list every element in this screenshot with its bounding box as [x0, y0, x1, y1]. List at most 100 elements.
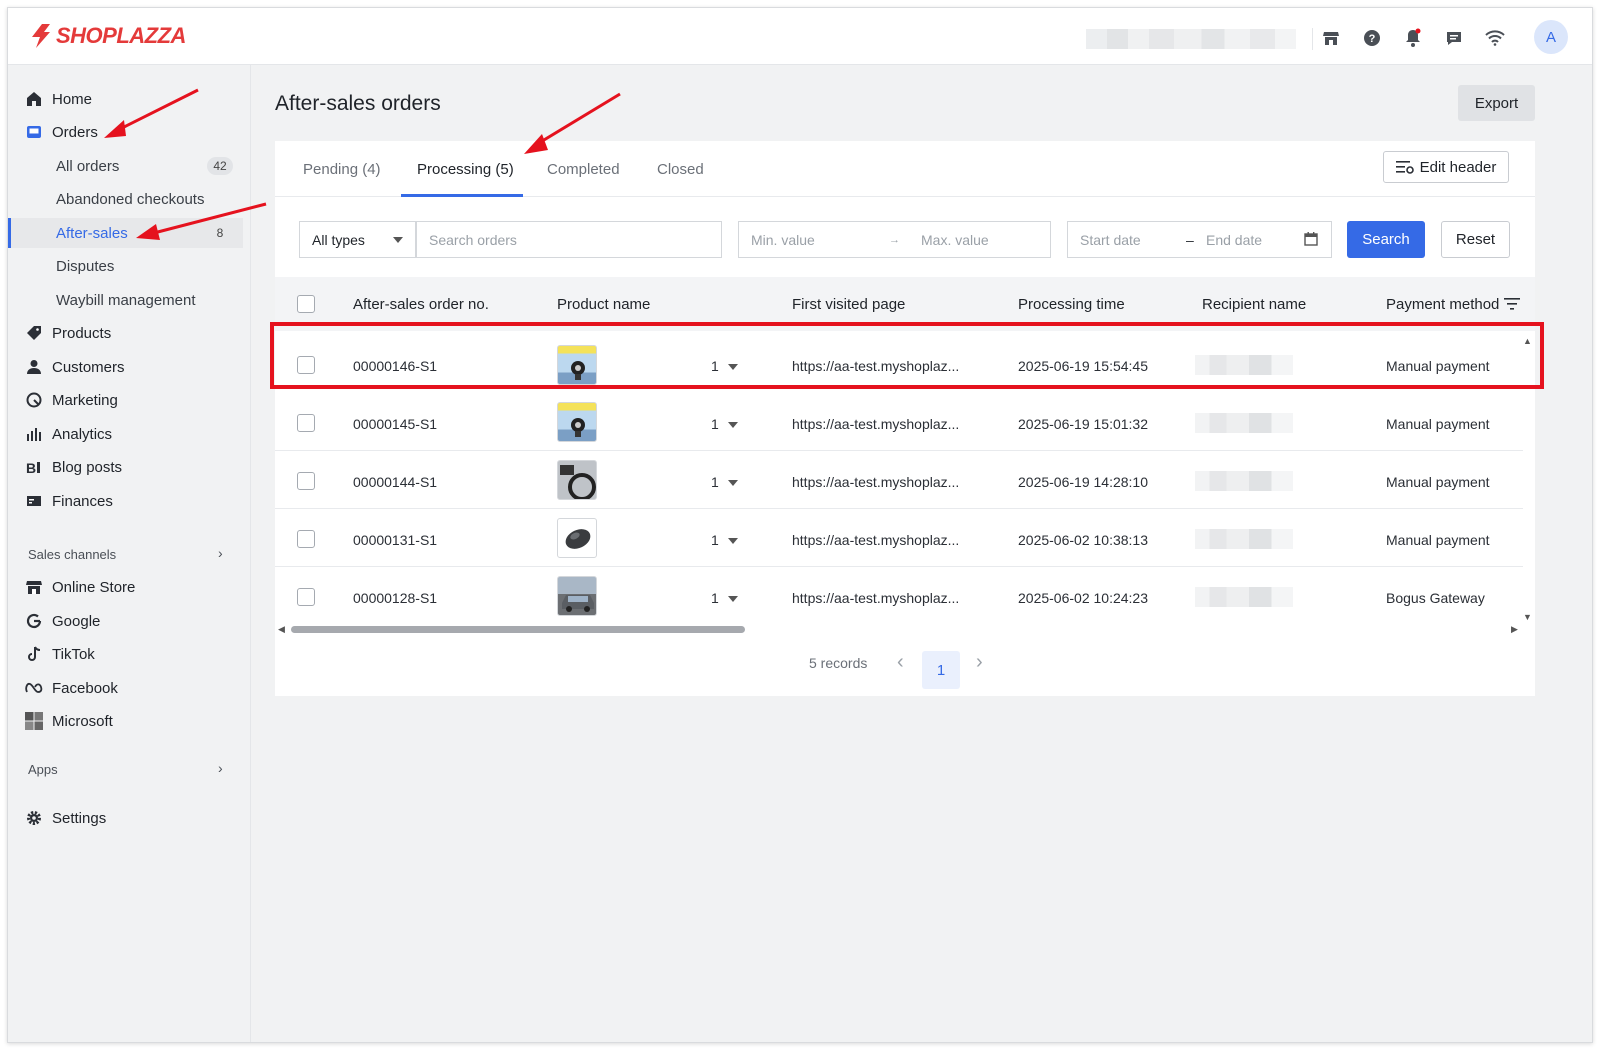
horizontal-scrollbar-thumb[interactable]	[291, 626, 745, 633]
type-select-value: All types	[312, 231, 365, 248]
product-thumbnail[interactable]	[557, 402, 597, 442]
next-page-icon[interactable]: ›	[976, 651, 983, 674]
order-number[interactable]: 00000144-S1	[353, 474, 437, 490]
annotation-arrow-icon	[136, 202, 267, 240]
store-icon	[25, 578, 43, 596]
blog-icon: B	[25, 458, 43, 476]
sidebar-item-settings[interactable]: Settings	[8, 803, 251, 833]
sidebar-subitem-all-orders[interactable]: All orders 42	[8, 151, 243, 181]
min-value-field[interactable]: Min. value	[751, 232, 815, 248]
sidebar-item-finances[interactable]: Finances	[8, 486, 251, 516]
select-all-checkbox[interactable]	[297, 295, 315, 313]
search-input[interactable]: Search orders	[416, 221, 722, 258]
sidebar-item-products[interactable]: Products	[8, 318, 251, 348]
sidebar-subitem-waybill-management[interactable]: Waybill management	[8, 285, 243, 315]
store-name-redacted	[1086, 29, 1296, 49]
tab-completed[interactable]: Completed	[547, 161, 620, 178]
chat-icon[interactable]	[1441, 25, 1467, 51]
table-row[interactable]: 00000131-S1 1 https://aa-test.myshoplaz.…	[275, 510, 1523, 567]
calendar-icon[interactable]	[1304, 232, 1318, 246]
recipient-name-redacted	[1195, 587, 1293, 607]
max-value-field[interactable]: Max. value	[921, 232, 989, 248]
scroll-left-icon[interactable]: ◀	[278, 624, 285, 635]
chevron-right-icon[interactable]: ›	[218, 545, 223, 561]
help-icon[interactable]: ?	[1359, 25, 1385, 51]
sidebar-item-analytics[interactable]: Analytics	[8, 419, 251, 449]
edit-header-label: Edit header	[1419, 158, 1497, 176]
person-icon	[25, 358, 43, 376]
orders-icon	[25, 123, 43, 141]
tag-icon	[25, 324, 43, 342]
tab-processing[interactable]: Processing (5)	[417, 161, 514, 178]
export-button[interactable]: Export	[1458, 85, 1535, 121]
scroll-right-icon[interactable]: ▶	[1511, 624, 1518, 635]
row-checkbox[interactable]	[297, 588, 315, 606]
product-thumbnail[interactable]	[557, 518, 597, 558]
caret-down-icon[interactable]	[728, 596, 738, 602]
status-tabs: Pending (4) Processing (5) Completed Clo…	[275, 141, 1535, 197]
chevron-right-icon[interactable]: ›	[218, 760, 223, 776]
app-window: SHOPLAZZA ? A Home Orders All orders 42 …	[7, 7, 1593, 1043]
bell-icon[interactable]	[1400, 25, 1426, 51]
sidebar-item-blog-posts[interactable]: B Blog posts	[8, 452, 251, 482]
meta-icon	[25, 679, 43, 697]
caret-down-icon[interactable]	[728, 422, 738, 428]
search-placeholder: Search orders	[429, 231, 517, 248]
recipient-name-redacted	[1195, 413, 1293, 433]
recipient-name-redacted	[1195, 471, 1293, 491]
row-checkbox[interactable]	[297, 472, 315, 490]
wifi-icon[interactable]	[1482, 25, 1508, 51]
reset-button[interactable]: Reset	[1441, 221, 1510, 258]
caret-down-icon[interactable]	[728, 480, 738, 486]
search-button[interactable]: Search	[1347, 221, 1425, 258]
sidebar-item-google[interactable]: Google	[8, 606, 251, 636]
sidebar-item-facebook[interactable]: Facebook	[8, 673, 251, 703]
sidebar-subitem-disputes[interactable]: Disputes	[8, 251, 243, 281]
row-checkbox[interactable]	[297, 414, 315, 432]
processing-time: 2025-06-02 10:38:13	[1018, 532, 1148, 548]
svg-text:B: B	[26, 460, 36, 475]
product-thumbnail[interactable]	[557, 576, 597, 616]
first-visited-page[interactable]: https://aa-test.myshoplaz...	[792, 532, 959, 548]
sidebar-item-microsoft[interactable]: Microsoft	[8, 706, 251, 736]
avatar[interactable]: A	[1534, 20, 1568, 54]
sidebar-item-label: Orders	[52, 123, 98, 141]
sidebar-item-marketing[interactable]: Marketing	[8, 385, 251, 415]
date-range-input[interactable]: Start date – End date	[1067, 221, 1332, 258]
tab-closed[interactable]: Closed	[657, 161, 704, 178]
prev-page-icon[interactable]: ‹	[897, 651, 904, 674]
first-visited-page[interactable]: https://aa-test.myshoplaz...	[792, 590, 959, 606]
brand-logo[interactable]: SHOPLAZZA	[28, 22, 186, 50]
sidebar-item-label: Customers	[52, 358, 125, 376]
order-number[interactable]: 00000128-S1	[353, 590, 437, 606]
sidebar-item-online-store[interactable]: Online Store	[8, 572, 251, 602]
finance-icon	[25, 492, 43, 510]
filter-icon[interactable]	[1504, 298, 1520, 310]
store-icon[interactable]	[1318, 25, 1344, 51]
sidebar-item-customers[interactable]: Customers	[8, 352, 251, 382]
processing-time: 2025-06-19 14:28:10	[1018, 474, 1148, 490]
order-number[interactable]: 00000131-S1	[353, 532, 437, 548]
edit-header-button[interactable]: Edit header	[1383, 151, 1509, 183]
product-thumbnail[interactable]	[557, 460, 597, 500]
value-range-input[interactable]: Min. value → Max. value	[738, 221, 1051, 258]
type-select[interactable]: All types	[299, 221, 416, 258]
order-number[interactable]: 00000145-S1	[353, 416, 437, 432]
sidebar-item-tiktok[interactable]: TikTok	[8, 639, 251, 669]
first-visited-page[interactable]: https://aa-test.myshoplaz...	[792, 474, 959, 490]
tab-pending[interactable]: Pending (4)	[303, 161, 381, 178]
start-date-field[interactable]: Start date	[1080, 232, 1141, 248]
caret-down-icon[interactable]	[728, 538, 738, 544]
sidebar-item-label: Microsoft	[52, 712, 113, 730]
table-row[interactable]: 00000144-S1 1 https://aa-test.myshoplaz.…	[275, 452, 1523, 509]
column-header: Payment method	[1386, 296, 1500, 313]
table-row[interactable]: 00000145-S1 1 https://aa-test.myshoplaz.…	[275, 394, 1523, 451]
first-visited-page[interactable]: https://aa-test.myshoplaz...	[792, 416, 959, 432]
page-number-button[interactable]: 1	[922, 651, 960, 689]
scroll-down-icon[interactable]: ▼	[1523, 612, 1532, 622]
end-date-field[interactable]: End date	[1206, 232, 1262, 248]
row-checkbox[interactable]	[297, 530, 315, 548]
shoplazza-logo-icon	[32, 24, 50, 48]
active-tab-indicator	[401, 194, 523, 197]
table-row[interactable]: 00000128-S1 1 https://aa-test.myshoplaz.…	[275, 568, 1523, 625]
